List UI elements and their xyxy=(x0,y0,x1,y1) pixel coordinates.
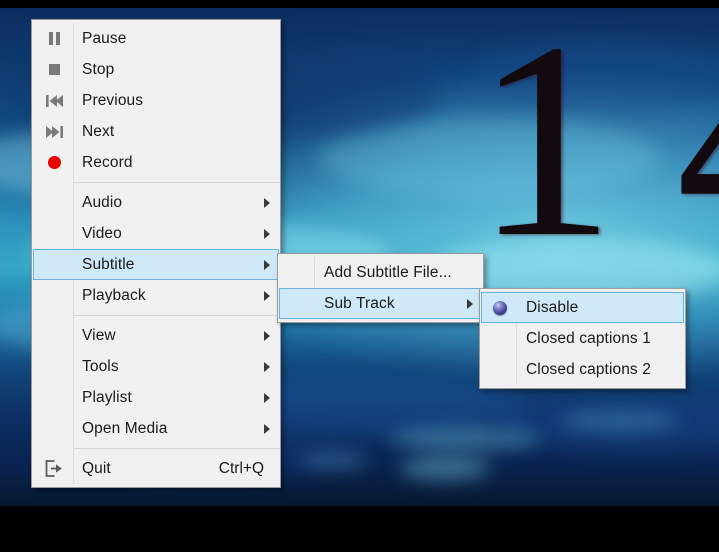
menu-item-video[interactable]: Video xyxy=(33,218,279,249)
menu-item-previous[interactable]: Previous xyxy=(33,85,279,116)
menu-item-label: Open Media xyxy=(82,419,168,437)
menu-item-add-subtitle-file[interactable]: Add Subtitle File... xyxy=(279,257,482,288)
menu-item-view[interactable]: View xyxy=(33,320,279,351)
chevron-right-icon xyxy=(256,290,278,301)
menu-item-closed-captions-2[interactable]: Closed captions 2 xyxy=(481,354,684,385)
menu-icon-slot xyxy=(34,281,74,310)
menu-icon-slot xyxy=(34,250,74,279)
chevron-right-icon xyxy=(256,330,278,341)
subtitle-submenu[interactable]: Add Subtitle File... Sub Track xyxy=(277,253,484,323)
menu-item-stop[interactable]: Stop xyxy=(33,54,279,85)
menu-item-audio[interactable]: Audio xyxy=(33,187,279,218)
menu-separator xyxy=(32,448,280,449)
menu-item-label: Pause xyxy=(82,29,127,47)
menu-item-label: Previous xyxy=(82,91,144,109)
backdrop-numeral-4: 4 xyxy=(676,8,719,280)
letterbox-top xyxy=(0,0,719,8)
menu-item-label: Playlist xyxy=(82,388,132,406)
menu-icon-slot xyxy=(34,414,74,443)
menu-icon-slot xyxy=(34,321,74,350)
menu-item-label: Tools xyxy=(82,357,119,375)
chevron-right-icon xyxy=(459,298,481,309)
menu-item-next[interactable]: Next xyxy=(33,116,279,147)
menu-item-tools[interactable]: Tools xyxy=(33,351,279,382)
chevron-right-icon xyxy=(256,423,278,434)
menu-icon-slot xyxy=(482,355,518,384)
quit-icon xyxy=(34,454,74,483)
chevron-right-icon xyxy=(256,228,278,239)
menu-icon-slot xyxy=(34,188,74,217)
menu-item-disable[interactable]: Disable xyxy=(481,292,684,323)
menu-item-subtitle[interactable]: Subtitle xyxy=(33,249,279,280)
menu-item-label: Next xyxy=(82,122,115,140)
pause-icon xyxy=(34,24,74,53)
menu-item-label: View xyxy=(82,326,116,344)
menu-item-playlist[interactable]: Playlist xyxy=(33,382,279,413)
menu-item-label: Sub Track xyxy=(324,294,395,312)
menu-item-pause[interactable]: Pause xyxy=(33,23,279,54)
menu-item-label: Closed captions 1 xyxy=(526,329,651,347)
chevron-right-icon xyxy=(256,361,278,372)
menu-item-sub-track[interactable]: Sub Track xyxy=(279,288,482,319)
menu-item-label: Playback xyxy=(82,286,146,304)
next-icon xyxy=(34,117,74,146)
chevron-right-icon xyxy=(256,197,278,208)
previous-icon xyxy=(34,86,74,115)
menu-item-label: Record xyxy=(82,153,133,171)
menu-item-accelerator: Ctrl+Q xyxy=(218,459,264,477)
menu-item-open-media[interactable]: Open Media xyxy=(33,413,279,444)
stop-icon xyxy=(34,55,74,84)
backdrop-numeral-1: 1 xyxy=(475,8,615,295)
menu-item-quit[interactable]: Quit Ctrl+Q xyxy=(33,453,279,484)
menu-item-label: Stop xyxy=(82,60,115,78)
player-context-menu[interactable]: Pause Stop Previous Next Record Audio Vi… xyxy=(31,19,281,488)
menu-item-label: Subtitle xyxy=(82,255,135,273)
menu-item-playback[interactable]: Playback xyxy=(33,280,279,311)
radio-selected-icon xyxy=(482,293,518,322)
chevron-right-icon xyxy=(256,392,278,403)
menu-separator xyxy=(32,182,280,183)
menu-item-record[interactable]: Record xyxy=(33,147,279,178)
menu-icon-slot xyxy=(34,352,74,381)
menu-icon-slot xyxy=(280,258,316,287)
menu-item-label: Video xyxy=(82,224,122,242)
menu-icon-slot xyxy=(34,219,74,248)
menu-icon-slot xyxy=(280,289,316,318)
chevron-right-icon xyxy=(256,259,278,270)
menu-separator xyxy=(32,315,280,316)
menu-item-label: Disable xyxy=(526,298,579,316)
menu-item-label: Quit xyxy=(82,459,111,477)
record-icon xyxy=(34,148,74,177)
menu-item-label: Audio xyxy=(82,193,123,211)
menu-item-label: Add Subtitle File... xyxy=(324,263,452,281)
menu-item-closed-captions-1[interactable]: Closed captions 1 xyxy=(481,323,684,354)
menu-icon-slot xyxy=(34,383,74,412)
sub-track-submenu[interactable]: Disable Closed captions 1 Closed caption… xyxy=(479,288,686,389)
menu-icon-slot xyxy=(482,324,518,353)
menu-item-label: Closed captions 2 xyxy=(526,360,651,378)
letterbox-bottom xyxy=(0,506,719,552)
